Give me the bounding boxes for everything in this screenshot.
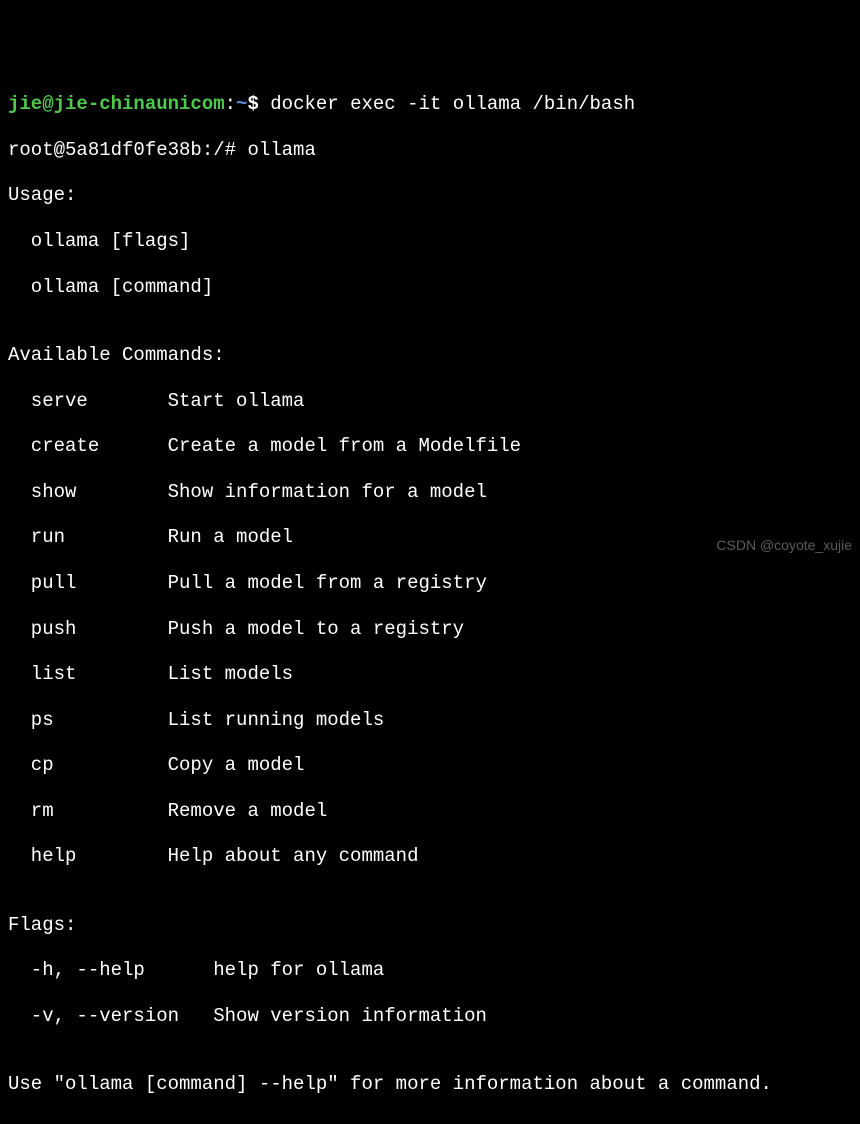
flag-version: -v, --version Show version information [8, 1005, 852, 1028]
command-pull: pull Pull a model from a registry [8, 572, 852, 595]
footer-text: Use "ollama [command] --help" for more i… [8, 1073, 852, 1096]
command-help: help Help about any command [8, 845, 852, 868]
command-text: docker exec -it ollama /bin/bash [259, 93, 635, 115]
path: ~ [236, 93, 247, 115]
command-ps: ps List running models [8, 709, 852, 732]
usage-line-2: ollama [command] [8, 276, 852, 299]
root-prompt: root@5a81df0fe38b:/# [8, 139, 236, 161]
flags-header: Flags: [8, 914, 852, 937]
prompt-line-2[interactable]: root@5a81df0fe38b:/# ollama [8, 139, 852, 162]
colon: : [225, 93, 236, 115]
command-push: push Push a model to a registry [8, 618, 852, 641]
command-create: create Create a model from a Modelfile [8, 435, 852, 458]
usage-line-1: ollama [flags] [8, 230, 852, 253]
prompt-line-1[interactable]: jie@jie-chinaunicom:~$ docker exec -it o… [8, 93, 852, 116]
flag-help: -h, --help help for ollama [8, 959, 852, 982]
ollama-command: ollama [236, 139, 316, 161]
command-show: show Show information for a model [8, 481, 852, 504]
command-list: list List models [8, 663, 852, 686]
watermark: CSDN @coyote_xujie [716, 537, 852, 554]
dollar-sign: $ [247, 93, 258, 115]
command-rm: rm Remove a model [8, 800, 852, 823]
usage-header: Usage: [8, 184, 852, 207]
user-host: jie@jie-chinaunicom [8, 93, 225, 115]
commands-header: Available Commands: [8, 344, 852, 367]
command-serve: serve Start ollama [8, 390, 852, 413]
command-cp: cp Copy a model [8, 754, 852, 777]
